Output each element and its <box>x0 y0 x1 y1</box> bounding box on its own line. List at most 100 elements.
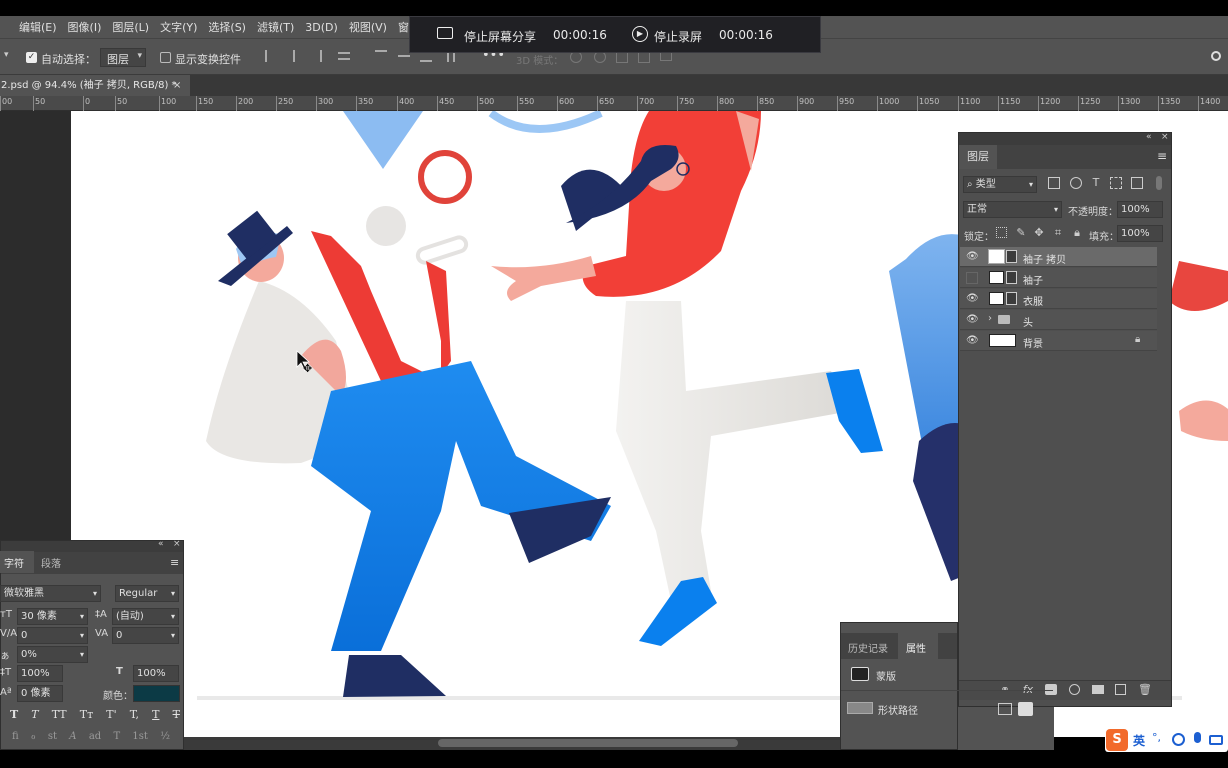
lock-artboard-icon[interactable]: ⌗ <box>1052 226 1064 240</box>
visibility-eye-icon[interactable]: 👁︎ <box>966 335 979 347</box>
new-layer-icon[interactable] <box>1115 684 1126 695</box>
tool-arrow-icon[interactable]: ▾ <box>4 50 9 60</box>
font-family-dropdown[interactable]: 微软雅黑 ▾ <box>0 585 101 602</box>
all-caps-button[interactable]: TT <box>52 708 67 724</box>
swash-button[interactable]: A <box>69 731 76 747</box>
align-middle-icon[interactable] <box>398 55 410 67</box>
visibility-eye-icon[interactable]: 👁︎ <box>966 293 979 305</box>
layer-row[interactable]: 👁︎ 背景 🔒︎ <box>960 331 1157 351</box>
layer-name[interactable]: 袖子 <box>1023 272 1043 287</box>
mask-path-icon[interactable] <box>1018 702 1033 716</box>
leading-input[interactable]: (自动) ▾ <box>112 608 179 625</box>
sogou-logo-icon[interactable]: S <box>1106 729 1128 751</box>
menu-view[interactable]: 视图(V) <box>349 19 387 35</box>
stop-share-label[interactable]: 停止屏幕分享 <box>464 28 536 45</box>
close-tab-icon[interactable]: × <box>173 75 181 96</box>
menu-3d[interactable]: 3D(D) <box>305 21 338 34</box>
trash-icon[interactable]: 🗑︎ <box>1138 683 1152 697</box>
visibility-eye-icon[interactable]: 👁︎ <box>966 314 979 326</box>
expand-chevron-icon[interactable]: › <box>988 313 992 324</box>
lock-move-icon[interactable]: ✥ <box>1033 226 1045 240</box>
layer-mask-thumbnail[interactable] <box>1006 250 1017 263</box>
keyboard-icon[interactable] <box>1209 735 1223 745</box>
filter-toggle-icon[interactable] <box>1156 176 1162 190</box>
distribute-icon[interactable] <box>338 52 350 60</box>
kerning-input[interactable]: 0 ▾ <box>17 627 88 644</box>
layer-name[interactable]: 袖子 拷贝 <box>1023 251 1066 266</box>
menu-type[interactable]: 文字(Y) <box>160 19 197 35</box>
faux-italic-button[interactable]: T <box>31 708 38 724</box>
close-panel-icon[interactable]: × <box>1161 132 1169 142</box>
stylistic-button[interactable]: st <box>48 731 57 747</box>
emoji-icon[interactable] <box>1172 733 1185 746</box>
panel-menu-icon[interactable]: ≡ <box>1157 149 1167 163</box>
text-color-swatch[interactable] <box>133 685 180 702</box>
filter-image-icon[interactable] <box>1048 177 1060 189</box>
layer-name[interactable]: 衣服 <box>1023 293 1043 308</box>
align-right-icon[interactable] <box>310 50 322 62</box>
horizontal-scroll-thumb[interactable] <box>438 739 738 747</box>
menu-select[interactable]: 选择(S) <box>208 19 246 35</box>
layer-mask-thumbnail[interactable] <box>1006 271 1017 284</box>
tab-layers[interactable]: 图层 <box>959 145 997 169</box>
fractions-button[interactable]: ½ <box>160 731 170 747</box>
old-style-button[interactable]: ℴ <box>31 731 36 747</box>
visibility-eye-icon[interactable]: 👁︎ <box>966 251 979 263</box>
auto-select-dropdown[interactable]: 图层 ▾ <box>100 48 146 67</box>
font-style-dropdown[interactable]: Regular ▾ <box>115 585 179 602</box>
tab-properties[interactable]: 属性 <box>898 633 938 659</box>
menu-image[interactable]: 图像(I) <box>68 19 102 35</box>
align-center-icon[interactable] <box>293 50 305 62</box>
opacity-input[interactable]: 100% <box>1117 201 1163 218</box>
alternates-button[interactable]: ad <box>89 731 101 747</box>
font-size-input[interactable]: 30 像素 ▾ <box>17 608 88 625</box>
panel-menu-icon[interactable]: ≡ <box>170 556 179 569</box>
visibility-off-box[interactable] <box>966 272 978 284</box>
tab-paragraph[interactable]: 段落 <box>36 551 70 573</box>
tracking-input[interactable]: 0 ▾ <box>112 627 179 644</box>
layer-row[interactable]: 袖子 <box>960 268 1157 288</box>
horizontal-scale-input[interactable]: 100% <box>133 665 179 682</box>
auto-select-checkbox[interactable]: ✓ <box>26 52 37 63</box>
menu-edit[interactable]: 编辑(E) <box>19 19 57 35</box>
select-path-icon[interactable] <box>998 703 1012 715</box>
layer-name[interactable]: 背景 <box>1023 335 1043 350</box>
record-play-icon[interactable]: ▶ <box>632 26 648 42</box>
document-tab[interactable]: 2.psd @ 94.4% (袖子 拷贝, RGB/8) * × <box>0 75 190 96</box>
screen-share-icon[interactable] <box>437 27 453 39</box>
new-group-icon[interactable] <box>1092 685 1104 694</box>
filter-shape-icon[interactable] <box>1110 177 1122 189</box>
titling-button[interactable]: T <box>113 731 120 747</box>
filter-type-icon[interactable]: T <box>1090 176 1102 190</box>
ime-language-label[interactable]: 英 <box>1133 732 1145 749</box>
align-top-icon[interactable] <box>375 50 387 62</box>
ime-punct-label[interactable]: °, <box>1152 731 1161 744</box>
layer-filter-dropdown[interactable]: ⌕ 类型 ▾ <box>963 176 1037 193</box>
small-caps-button[interactable]: Tт <box>80 708 93 724</box>
baseline-input[interactable]: 0 像素 <box>17 685 63 702</box>
strikethrough-button[interactable]: T <box>173 708 180 724</box>
collapse-icon[interactable]: « <box>158 539 164 549</box>
scale-input[interactable]: 0% ▾ <box>17 646 88 663</box>
tab-character[interactable]: 字符 <box>0 551 34 573</box>
close-panel-icon[interactable]: × <box>173 539 181 549</box>
layer-row[interactable]: 👁︎ 袖子 拷贝 <box>960 247 1157 267</box>
align-left-icon[interactable] <box>265 50 277 62</box>
microphone-icon[interactable] <box>1194 732 1201 743</box>
collapse-icon[interactable]: « <box>1146 132 1152 142</box>
ligature-button[interactable]: fi <box>12 731 19 747</box>
lock-transparent-icon[interactable] <box>996 227 1007 238</box>
search-icon[interactable] <box>1211 51 1221 61</box>
lock-all-icon[interactable]: 🔒︎ <box>1071 226 1083 240</box>
layer-name[interactable]: 头 <box>1023 314 1033 329</box>
adjustment-layer-icon[interactable] <box>1069 684 1080 695</box>
filter-adjustment-icon[interactable] <box>1070 177 1082 189</box>
filter-smart-icon[interactable] <box>1131 177 1143 189</box>
underline-button[interactable]: T <box>152 708 159 724</box>
ordinals-button[interactable]: 1st <box>132 731 148 747</box>
lock-paint-icon[interactable]: ✎ <box>1015 226 1027 240</box>
faux-bold-button[interactable]: T <box>10 708 18 724</box>
menu-filter[interactable]: 滤镜(T) <box>257 19 294 35</box>
layer-row[interactable]: 👁︎ 衣服 <box>960 289 1157 309</box>
tab-history[interactable]: 历史记录 <box>841 633 895 659</box>
